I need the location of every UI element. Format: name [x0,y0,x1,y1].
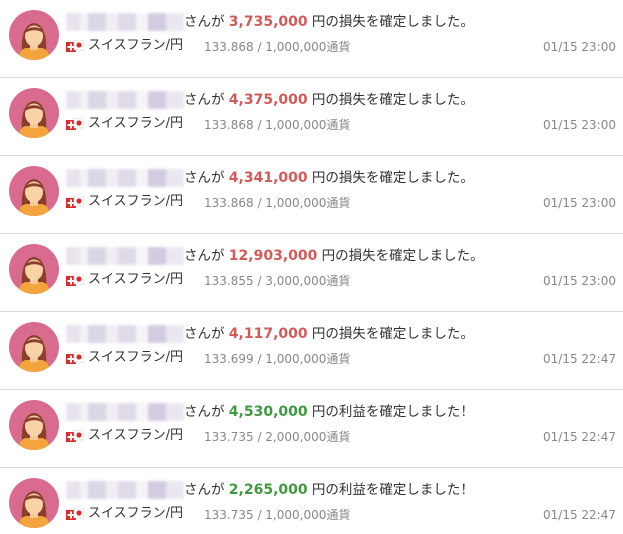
currency-pair[interactable]: スイスフラン/円 [88,115,183,133]
avatar-icon[interactable] [9,400,59,450]
feed-item[interactable]: さんが 2,265,000 円の利益を確定しました！ スイスフラン/円 133.… [0,468,623,534]
amount: 4,117,000 [228,326,308,342]
headline: さんが 4,341,000 円の損失を確定しました。 [184,168,474,188]
username-blurred[interactable] [66,13,184,31]
feed-item[interactable]: さんが 4,341,000 円の損失を確定しました。 スイスフラン/円 133.… [0,156,623,234]
headline-suffix: 円の損失を確定しました。 [307,326,474,342]
headline-action: さんが [184,404,229,420]
headline-suffix: 円の損失を確定しました。 [307,14,474,30]
price-volume: 133.868 / 1,000,000通貨 [204,40,351,54]
price-volume: 133.735 / 1,000,000通貨 [204,508,351,522]
trade-feed: さんが 3,735,000 円の損失を確定しました。 スイスフラン/円 133.… [0,0,623,534]
headline-suffix: 円の利益を確定しました！ [307,404,474,420]
feed-item[interactable]: さんが 4,375,000 円の損失を確定しました。 スイスフラン/円 133.… [0,78,623,156]
price-volume: 133.855 / 3,000,000通貨 [204,274,351,288]
username-blurred[interactable] [66,325,184,343]
headline-suffix: 円の利益を確定しました！ [307,482,474,498]
timestamp: 01/15 23:00 [543,118,616,132]
feed-item[interactable]: さんが 12,903,000 円の損失を確定しました。 スイスフラン/円 133… [0,234,623,312]
amount: 3,735,000 [228,14,308,30]
swiss-yen-flag-icon [66,40,84,52]
headline-action: さんが [184,170,229,186]
avatar-icon[interactable] [9,166,59,216]
currency-pair[interactable]: スイスフラン/円 [88,349,183,367]
currency-pair[interactable]: スイスフラン/円 [88,505,183,523]
headline-action: さんが [184,248,229,264]
currency-pair[interactable]: スイスフラン/円 [88,37,183,55]
price-volume: 133.735 / 2,000,000通貨 [204,430,351,444]
price-volume: 133.868 / 1,000,000通貨 [204,118,351,132]
headline: さんが 4,375,000 円の損失を確定しました。 [184,90,474,110]
swiss-yen-flag-icon [66,508,84,520]
timestamp: 01/15 22:47 [543,352,616,366]
username-blurred[interactable] [66,481,184,499]
username-blurred[interactable] [66,247,184,265]
timestamp: 01/15 23:00 [543,196,616,210]
avatar-icon[interactable] [9,478,59,528]
timestamp: 01/15 22:47 [543,508,616,522]
headline: さんが 12,903,000 円の損失を確定しました。 [184,246,484,266]
amount: 4,375,000 [228,92,308,108]
timestamp: 01/15 22:47 [543,430,616,444]
swiss-yen-flag-icon [66,430,84,442]
swiss-yen-flag-icon [66,196,84,208]
headline: さんが 3,735,000 円の損失を確定しました。 [184,12,474,32]
feed-item[interactable]: さんが 4,117,000 円の損失を確定しました。 スイスフラン/円 133.… [0,312,623,390]
currency-pair[interactable]: スイスフラン/円 [88,427,183,445]
headline-suffix: 円の損失を確定しました。 [317,248,484,264]
swiss-yen-flag-icon [66,118,84,130]
timestamp: 01/15 23:00 [543,40,616,54]
headline: さんが 4,117,000 円の損失を確定しました。 [184,324,474,344]
feed-item[interactable]: さんが 3,735,000 円の損失を確定しました。 スイスフラン/円 133.… [0,0,623,78]
headline: さんが 4,530,000 円の利益を確定しました！ [184,402,474,422]
avatar-icon[interactable] [9,88,59,138]
swiss-yen-flag-icon [66,352,84,364]
headline: さんが 2,265,000 円の利益を確定しました！ [184,480,474,500]
amount: 2,265,000 [228,482,308,498]
timestamp: 01/15 23:00 [543,274,616,288]
avatar-icon[interactable] [9,244,59,294]
avatar-icon[interactable] [9,10,59,60]
amount: 12,903,000 [228,248,318,264]
headline-suffix: 円の損失を確定しました。 [307,92,474,108]
headline-action: さんが [184,326,229,342]
headline-action: さんが [184,14,229,30]
price-volume: 133.699 / 1,000,000通貨 [204,352,351,366]
price-volume: 133.868 / 1,000,000通貨 [204,196,351,210]
currency-pair[interactable]: スイスフラン/円 [88,271,183,289]
currency-pair[interactable]: スイスフラン/円 [88,193,183,211]
feed-item[interactable]: さんが 4,530,000 円の利益を確定しました！ スイスフラン/円 133.… [0,390,623,468]
username-blurred[interactable] [66,169,184,187]
headline-suffix: 円の損失を確定しました。 [307,170,474,186]
swiss-yen-flag-icon [66,274,84,286]
amount: 4,341,000 [228,170,308,186]
amount: 4,530,000 [228,404,308,420]
avatar-icon[interactable] [9,322,59,372]
headline-action: さんが [184,92,229,108]
username-blurred[interactable] [66,91,184,109]
username-blurred[interactable] [66,403,184,421]
headline-action: さんが [184,482,229,498]
